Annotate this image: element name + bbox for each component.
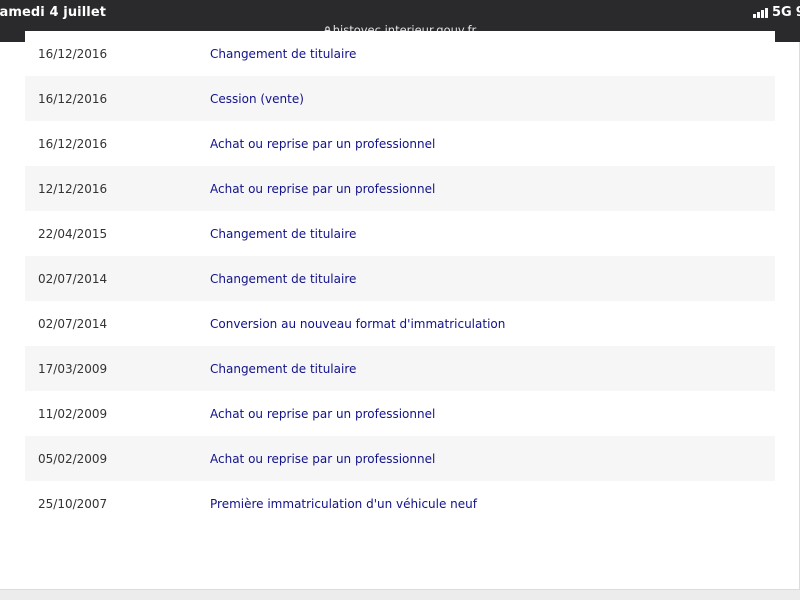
history-event: Achat ou reprise par un professionnel xyxy=(210,406,436,421)
history-date: 02/07/2014 xyxy=(38,271,108,286)
history-row: 16/12/2016 Achat ou reprise par un profes… xyxy=(25,121,775,166)
history-row: 16/12/2016 Changement de titulaire xyxy=(25,31,775,76)
history-row: 02/07/2014 Changement de titulaire xyxy=(25,256,775,301)
history-row: 17/03/2009 Changement de titulaire xyxy=(25,346,775,391)
history-row: 11/02/2009 Achat ou reprise par un profes… xyxy=(25,391,775,436)
history-date: 12/12/2016 xyxy=(38,181,108,196)
history-date: 05/02/2009 xyxy=(38,451,108,466)
history-row: 02/07/2014 Conversion au nouveau format d… xyxy=(25,301,775,346)
history-event: Changement de titulaire xyxy=(210,361,357,376)
history-event: Achat ou reprise par un professionnel xyxy=(210,181,436,196)
history-date: 25/10/2007 xyxy=(38,496,108,511)
history-date: 02/07/2014 xyxy=(38,316,108,331)
history-date: 16/12/2016 xyxy=(38,91,108,106)
history-date: 16/12/2016 xyxy=(38,136,108,151)
status-indicators: 5G 90 xyxy=(753,5,800,20)
history-row: 25/10/2007 Première immatriculation d'un … xyxy=(25,481,775,526)
battery-percentage: 90 xyxy=(796,5,800,20)
history-date: 11/02/2009 xyxy=(38,406,108,421)
history-row: 05/02/2009 Achat ou reprise par un profes… xyxy=(25,436,775,481)
history-date: 17/03/2009 xyxy=(38,361,108,376)
history-event: Changement de titulaire xyxy=(210,226,357,241)
history-event: Changement de titulaire xyxy=(210,271,357,286)
history-row: 22/04/2015 Changement de titulaire xyxy=(25,211,775,256)
history-event: Achat ou reprise par un professionnel xyxy=(210,136,436,151)
history-event: Conversion au nouveau format d'immatricu… xyxy=(210,316,506,331)
history-event: Cession (vente) xyxy=(210,91,304,106)
status-time: Samedi 4 juillet xyxy=(0,5,107,20)
cellular-signal-icon xyxy=(753,7,768,18)
history-date: 16/12/2016 xyxy=(38,46,108,61)
vehicle-history-card: 16/12/2016 Changement de titulaire 16/12/2… xyxy=(0,31,800,590)
history-table: 16/12/2016 Changement de titulaire 16/12/2… xyxy=(25,31,775,526)
history-event: Changement de titulaire xyxy=(210,46,357,61)
history-row: 16/12/2016 Cession (vente) xyxy=(25,76,775,121)
network-type-label: 5G xyxy=(772,5,792,20)
history-date: 22/04/2015 xyxy=(38,226,108,241)
page-bottom xyxy=(0,590,800,600)
history-event: Première immatriculation d'un véhicule n… xyxy=(210,496,477,511)
history-row: 12/12/2016 Achat ou reprise par un profes… xyxy=(25,166,775,211)
history-event: Achat ou reprise par un professionnel xyxy=(210,451,436,466)
